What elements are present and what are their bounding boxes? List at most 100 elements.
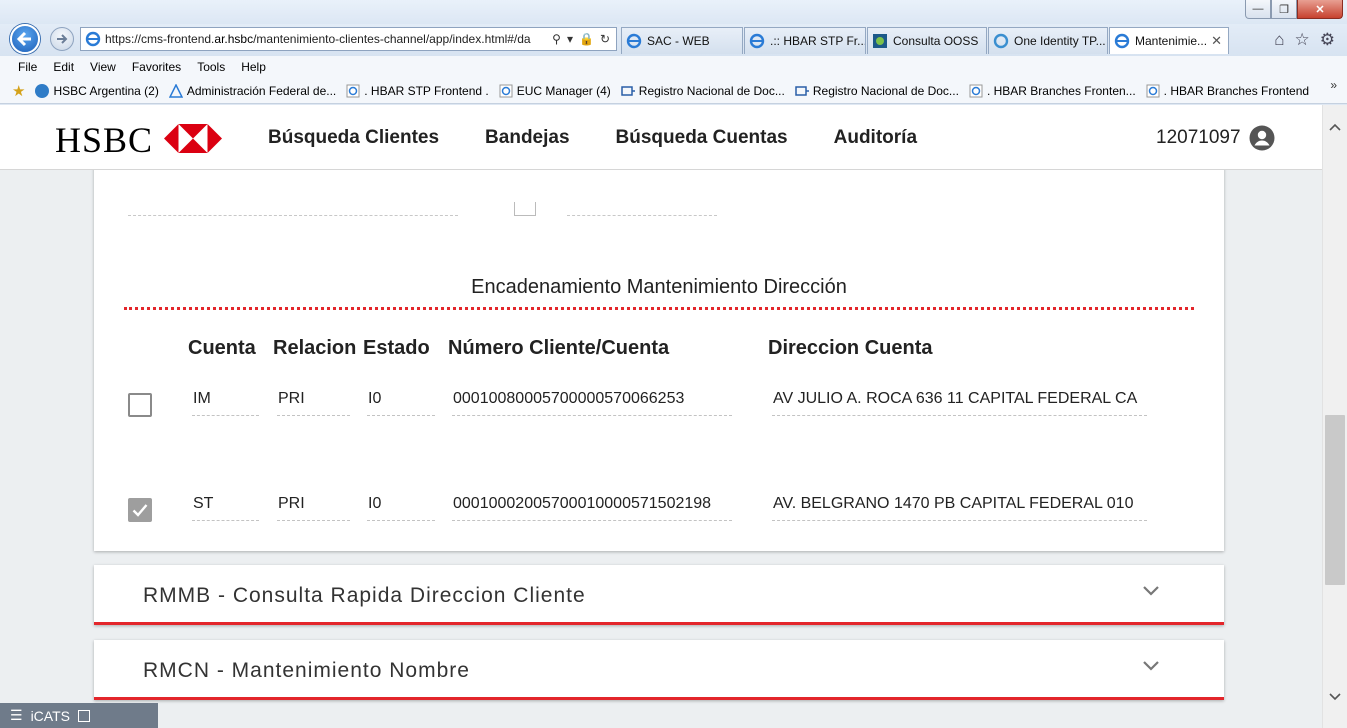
tab-one-identity[interactable]: One Identity TP... bbox=[988, 27, 1108, 54]
favorites-bar: ★ HSBC Argentina (2) Administración Fede… bbox=[0, 78, 1347, 104]
cell-estado[interactable]: I0 bbox=[367, 384, 435, 416]
menu-view[interactable]: View bbox=[90, 60, 116, 74]
ooss-icon bbox=[873, 34, 887, 48]
more-favorites-icon[interactable]: » bbox=[1330, 78, 1337, 92]
nav-busqueda-cuentas[interactable]: Búsqueda Cuentas bbox=[616, 127, 788, 149]
page-content: Encadenamiento Mantenimiento Dirección C… bbox=[0, 105, 1322, 728]
accordion-title: RMCN - Mantenimiento Nombre bbox=[143, 659, 470, 682]
scroll-down-icon[interactable] bbox=[1323, 687, 1347, 707]
favorite-item[interactable]: EUC Manager (4) bbox=[499, 84, 611, 98]
tab-sac-web[interactable]: SAC - WEB bbox=[621, 27, 743, 54]
user-menu[interactable]: 12071097 bbox=[1156, 125, 1275, 151]
partial-checkbox[interactable] bbox=[514, 202, 536, 216]
ie-page-icon bbox=[1114, 33, 1130, 49]
row-checkbox[interactable] bbox=[128, 498, 152, 522]
accordion-title: RMMB - Consulta Rapida Direccion Cliente bbox=[143, 584, 586, 607]
menu-bar: File Edit View Favorites Tools Help bbox=[0, 56, 1347, 78]
tab-mantenimiento[interactable]: Mantenimie... ✕ bbox=[1109, 27, 1229, 54]
menu-favorites[interactable]: Favorites bbox=[132, 60, 181, 74]
favorite-item[interactable]: . HBAR STP Frontend . bbox=[346, 84, 489, 98]
field-underline bbox=[567, 215, 717, 216]
header-relacion: Relacion bbox=[273, 337, 357, 359]
favorite-item[interactable]: Administración Federal de... bbox=[168, 83, 336, 98]
nav-bandejas[interactable]: Bandejas bbox=[485, 127, 569, 149]
ie-page-icon bbox=[749, 33, 765, 49]
back-button[interactable] bbox=[10, 24, 40, 54]
tab-hbar-stp[interactable]: .:: HBAR STP Fr... bbox=[744, 27, 866, 54]
ie-page-icon bbox=[499, 84, 513, 97]
cell-relacion[interactable]: PRI bbox=[277, 489, 350, 521]
cell-estado[interactable]: I0 bbox=[367, 489, 435, 521]
address-tools: ⚲ ▾ 🔒 ↻ bbox=[546, 32, 616, 46]
arrow-left-icon bbox=[16, 31, 31, 47]
favorite-item[interactable]: HSBC Argentina (2) bbox=[35, 83, 159, 98]
favorite-item[interactable]: Registro Nacional de Doc... bbox=[621, 84, 785, 98]
arrow-right-icon bbox=[57, 34, 68, 44]
gear-icon[interactable]: ⚙ bbox=[1320, 30, 1335, 50]
star-icon[interactable]: ☆ bbox=[1295, 30, 1310, 50]
menu-edit[interactable]: Edit bbox=[53, 60, 74, 74]
favorite-item[interactable]: . HBAR Branches Fronten... bbox=[969, 84, 1136, 98]
cell-cuenta[interactable]: ST bbox=[192, 489, 259, 521]
hsbc-favicon-icon bbox=[35, 83, 50, 98]
favorite-item[interactable]: . HBAR Branches Frontend bbox=[1146, 84, 1309, 98]
menu-help[interactable]: Help bbox=[241, 60, 266, 74]
hsbc-hexagon-logo-icon[interactable] bbox=[164, 124, 222, 153]
address-bar[interactable]: https://cms-frontend.ar.hsbc/mantenimien… bbox=[80, 27, 617, 51]
scroll-up-icon[interactable] bbox=[1323, 117, 1347, 137]
nav-busqueda-clientes[interactable]: Búsqueda Clientes bbox=[268, 127, 439, 149]
header-numero: Número Cliente/Cuenta bbox=[448, 337, 670, 359]
menu-tools[interactable]: Tools bbox=[197, 60, 225, 74]
scroll-thumb[interactable] bbox=[1325, 415, 1345, 585]
app-header: HSBC Búsqueda Clientes Bandejas Búsqueda… bbox=[0, 105, 1322, 170]
table-row: IM PRI I0 00010080005700000570066253 AV … bbox=[94, 384, 1224, 430]
forward-button[interactable] bbox=[50, 27, 74, 51]
close-window-button[interactable]: ✕ bbox=[1297, 0, 1343, 19]
minimize-button[interactable]: — bbox=[1245, 0, 1271, 19]
chevron-down-icon[interactable] bbox=[1142, 585, 1160, 597]
page-scrollbar[interactable] bbox=[1322, 105, 1347, 728]
page-viewport: Encadenamiento Mantenimiento Dirección C… bbox=[0, 105, 1322, 728]
favorites-star-icon[interactable]: ★ bbox=[12, 82, 25, 100]
afip-triangle-icon bbox=[168, 83, 183, 98]
registry-icon bbox=[795, 85, 809, 96]
header-direccion: Direccion Cuenta bbox=[768, 337, 933, 359]
table-row: ST PRI I0 00010002005700010000571502198 … bbox=[94, 489, 1224, 535]
chevron-down-icon[interactable] bbox=[1142, 660, 1160, 672]
ie-page-icon bbox=[969, 84, 983, 97]
section-divider bbox=[124, 307, 1194, 310]
cell-direccion[interactable]: AV. BELGRANO 1470 PB CAPITAL FEDERAL 010 bbox=[772, 489, 1147, 521]
cell-numero[interactable]: 00010002005700010000571502198 bbox=[452, 489, 732, 521]
field-underline bbox=[128, 215, 458, 216]
home-icon[interactable]: ⌂ bbox=[1274, 30, 1284, 50]
close-tab-icon[interactable]: ✕ bbox=[1211, 33, 1222, 49]
tab-consulta-ooss[interactable]: Consulta OOSS bbox=[867, 27, 987, 54]
favorite-item[interactable]: Registro Nacional de Doc... bbox=[795, 84, 959, 98]
window-titlebar: — ❐ ✕ bbox=[0, 0, 1347, 24]
identity-icon bbox=[993, 33, 1009, 49]
checkmark-icon bbox=[132, 504, 148, 517]
user-avatar-icon[interactable] bbox=[1249, 125, 1275, 151]
row-checkbox[interactable] bbox=[128, 393, 152, 417]
user-id: 12071097 bbox=[1156, 127, 1241, 148]
menu-lines-icon: ☰ bbox=[10, 707, 23, 723]
lock-icon[interactable]: 🔒 bbox=[579, 32, 594, 46]
cell-direccion[interactable]: AV JULIO A. ROCA 636 11 CAPITAL FEDERAL … bbox=[772, 384, 1147, 416]
main-nav: Búsqueda Clientes Bandejas Búsqueda Cuen… bbox=[268, 127, 917, 149]
icats-taskbar[interactable]: ☰ iCATS bbox=[0, 703, 158, 728]
address-url[interactable]: https://cms-frontend.ar.hsbc/mantenimien… bbox=[105, 32, 546, 46]
search-icon[interactable]: ⚲ bbox=[552, 32, 561, 46]
cell-cuenta[interactable]: IM bbox=[192, 384, 259, 416]
cell-numero[interactable]: 00010080005700000570066253 bbox=[452, 384, 732, 416]
nav-auditoria[interactable]: Auditoría bbox=[834, 127, 917, 149]
restore-button[interactable]: ❐ bbox=[1271, 0, 1297, 19]
accordion-rmcn[interactable]: RMCN - Mantenimiento Nombre bbox=[94, 640, 1224, 700]
menu-file[interactable]: File bbox=[18, 60, 37, 74]
header-estado: Estado bbox=[363, 337, 430, 359]
dropdown-icon[interactable]: ▾ bbox=[567, 32, 573, 46]
ie-page-icon bbox=[85, 31, 101, 47]
cell-relacion[interactable]: PRI bbox=[277, 384, 350, 416]
refresh-icon[interactable]: ↻ bbox=[600, 32, 610, 46]
accordion-rmmb[interactable]: RMMB - Consulta Rapida Direccion Cliente bbox=[94, 565, 1224, 625]
hsbc-logo-text[interactable]: HSBC bbox=[55, 119, 153, 161]
